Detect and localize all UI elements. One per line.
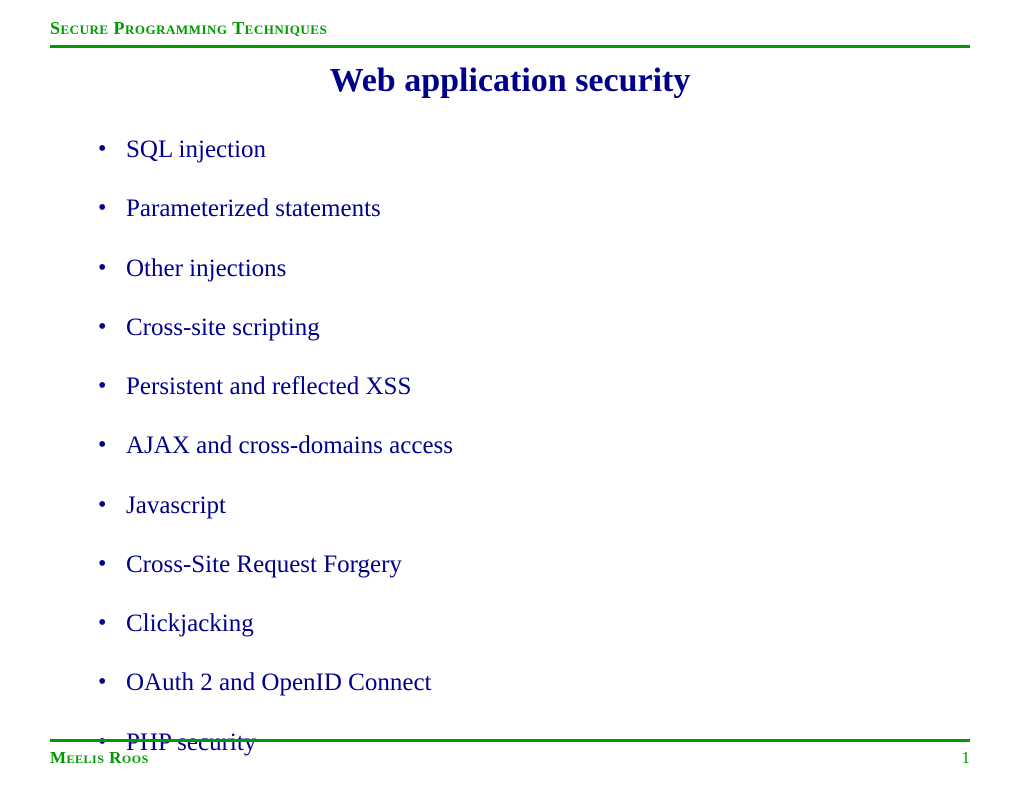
list-item: Other injections: [98, 253, 970, 284]
slide-page: Secure Programming Techniques Web applic…: [0, 0, 1020, 758]
slide-title: Web application security: [50, 62, 970, 100]
list-item: Persistent and reflected XSS: [98, 371, 970, 402]
course-label: Secure Programming Techniques: [50, 18, 970, 39]
list-item: Parameterized statements: [98, 193, 970, 224]
list-item: Clickjacking: [98, 608, 970, 639]
footer-rule: [50, 739, 970, 742]
footer-page-number: 1: [962, 748, 971, 768]
footer-author: Meelis Roos: [50, 748, 149, 768]
list-item: Cross-Site Request Forgery: [98, 549, 970, 580]
header-rule: [50, 45, 970, 48]
list-item: Cross-site scripting: [98, 312, 970, 343]
footer-row: Meelis Roos 1: [50, 748, 970, 768]
list-item: OAuth 2 and OpenID Connect: [98, 667, 970, 698]
list-item: Javascript: [98, 490, 970, 521]
bullet-list: SQL injection Parameterized statements O…: [50, 134, 970, 758]
list-item: SQL injection: [98, 134, 970, 165]
list-item: AJAX and cross-domains access: [98, 430, 970, 461]
slide-footer: Meelis Roos 1: [50, 739, 970, 768]
